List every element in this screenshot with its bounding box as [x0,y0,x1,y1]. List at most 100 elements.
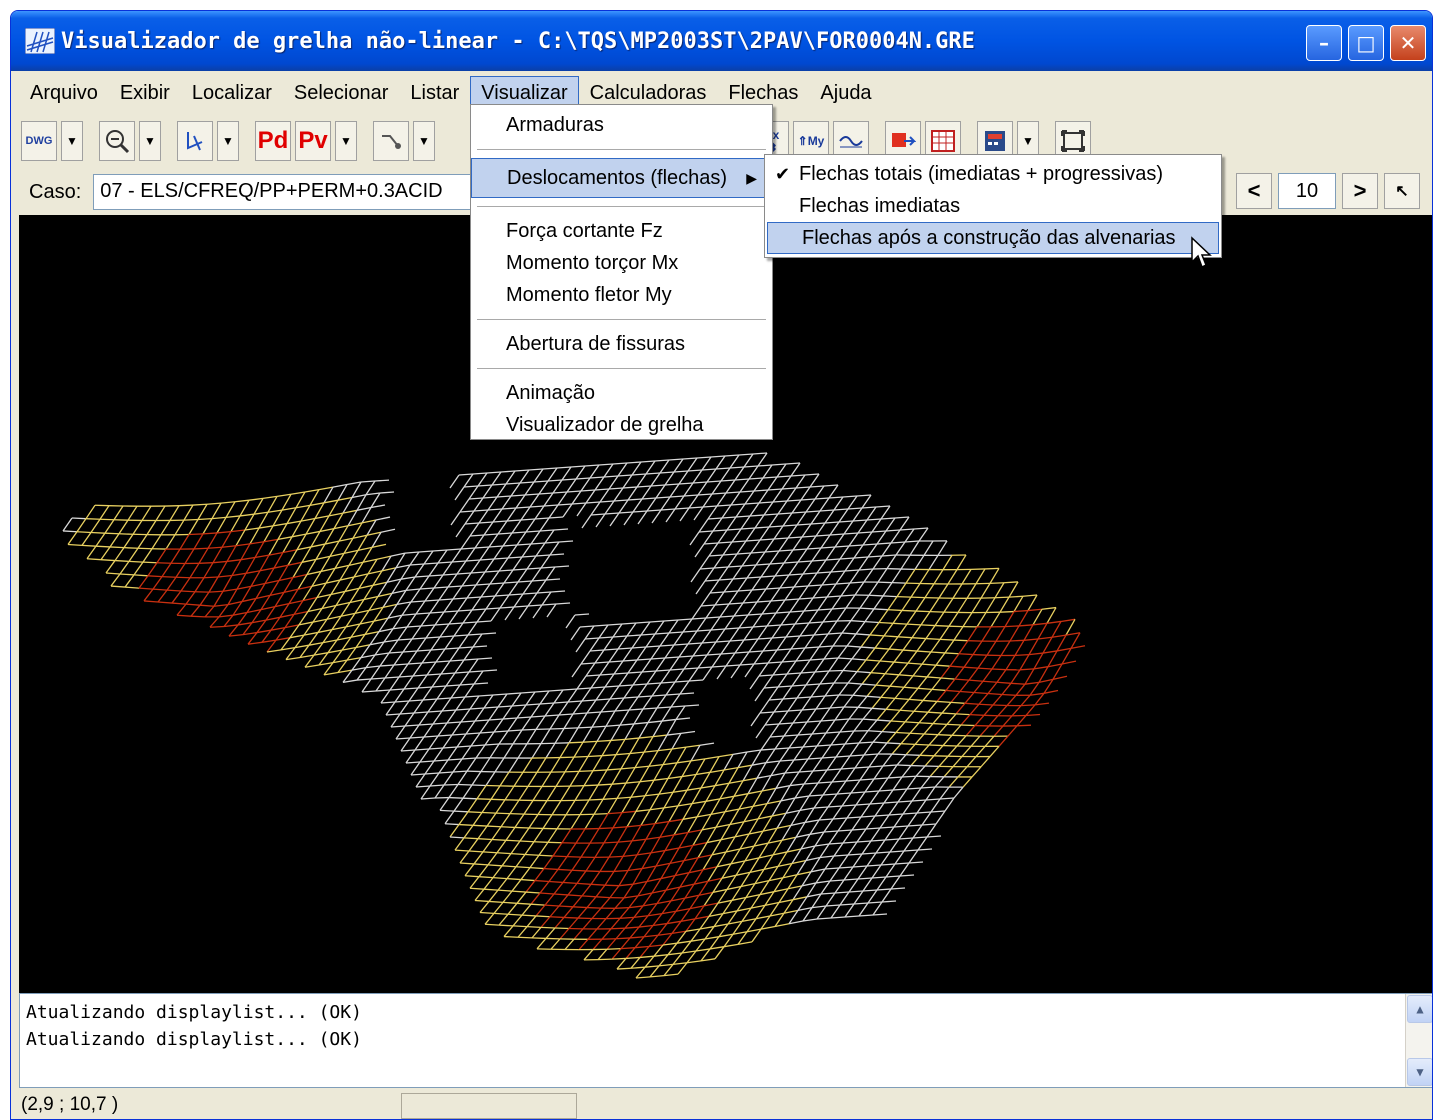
title-bar[interactable]: Visualizador de grelha não-linear - C:\T… [11,11,1432,71]
mesh-line [502,532,513,547]
dwg-button[interactable]: DWG [21,121,57,161]
mesh-line [459,498,470,513]
mesh-line [483,694,494,709]
axis-dropdown-button[interactable]: ▼ [217,121,239,161]
mesh-line [449,647,460,662]
log-scrollbar[interactable]: ▲ ▼ [1405,994,1432,1087]
mesh-line [938,583,949,599]
mesh-line [852,683,863,696]
mesh-line [608,841,619,858]
next-page-button[interactable]: > [1342,173,1378,209]
menu-item-deslocamentos[interactable]: Deslocamentos (flechas) ▶ [471,158,772,198]
menu-arquivo[interactable]: Arquivo [19,76,109,111]
mesh-line [770,599,786,602]
mesh-line [463,473,474,488]
path-icon[interactable] [373,121,409,161]
mesh-line [650,472,661,487]
mesh-line [474,888,485,901]
menu-ajuda[interactable]: Ajuda [809,76,882,111]
zoom-dropdown-button[interactable]: ▼ [139,121,161,161]
minimize-icon[interactable]: – [1306,25,1342,61]
mesh-line [886,554,897,569]
menu-item-visualizador-grelha[interactable]: Visualizador de grelha [471,409,772,441]
pv-button[interactable]: Pv [295,121,331,161]
menu-item-animacao[interactable]: Animação [471,377,772,409]
mesh-line [757,637,773,640]
prev-page-button[interactable]: < [1236,173,1272,209]
mesh-line [886,732,897,744]
mesh-line [964,692,975,704]
mesh-line [463,824,474,839]
mesh-line [652,734,668,738]
scroll-down-icon[interactable]: ▼ [1407,1058,1432,1086]
mesh-line [558,713,574,716]
submenu-item-flechas-totais[interactable]: ✔ Flechas totais (imediatas + progressiv… [765,158,1221,190]
mesh-line [687,642,703,645]
mesh-line [855,803,871,806]
mesh-line [615,927,626,940]
mesh-line [618,883,634,887]
mesh-line [823,830,839,833]
mesh-line [935,810,946,825]
close-icon[interactable]: ✕ [1390,25,1426,61]
mesh-line [479,901,490,913]
mesh-line [836,607,847,622]
mesh-line [896,754,907,766]
mesh-line [917,836,928,851]
menu-listar[interactable]: Listar [399,76,470,111]
mesh-line [505,827,516,841]
mesh-line [743,638,759,641]
mesh-line [521,555,537,558]
mesh-line [467,811,483,814]
menu-item-armaduras[interactable]: Armaduras [471,109,772,141]
maximize-icon[interactable]: □ [1348,25,1384,61]
menu-item-momento-torcor[interactable]: Momento torçor Mx [471,247,772,279]
menu-item-abertura-fissuras[interactable]: Abertura de fissuras [471,328,772,360]
dwg-dropdown-button[interactable]: ▼ [61,121,83,161]
menu-item-forca-cortante[interactable]: Força cortante Fz [471,215,772,247]
mesh-line [504,606,515,621]
mesh-line [534,517,550,520]
mesh-line [646,682,662,685]
mesh-line [510,852,526,856]
mesh-line [562,881,578,885]
submenu-item-flechas-apos-alvenarias[interactable]: Flechas após a construção das alvenarias [767,222,1219,254]
page-number-field[interactable]: 10 [1278,173,1336,209]
mesh-line [811,905,827,909]
mesh-line [705,785,716,802]
mesh-line [696,629,712,632]
mesh-line [910,754,921,766]
mesh-line [749,502,760,517]
mesh-line [755,551,766,566]
mesh-line [793,585,809,588]
pd-button[interactable]: Pd [255,121,291,161]
zoom-icon[interactable] [99,121,135,161]
axis-icon[interactable] [177,121,213,161]
mesh-line [876,542,892,545]
scroll-up-icon[interactable]: ▲ [1407,995,1432,1023]
mesh-line [853,544,864,559]
case-select[interactable]: 07 - ELS/CFREQ/PP+PERM+0.3ACID [93,174,474,210]
submenu-item-flechas-imediatas[interactable]: Flechas imediatas [765,190,1221,222]
mesh-line [816,571,832,574]
mesh-line [843,866,854,881]
mesh-line [383,639,399,643]
menu-item-momento-fletor[interactable]: Momento fletor My [471,279,772,311]
mesh-line [561,828,572,844]
mesh-line [896,582,907,597]
mesh-line [646,497,657,512]
pick-cursor-icon[interactable]: ↖ [1384,173,1420,209]
path-dropdown-button[interactable]: ▼ [413,121,435,161]
menu-localizar[interactable]: Localizar [181,76,283,111]
mesh-line [828,657,839,672]
menu-exibir[interactable]: Exibir [109,76,181,111]
mesh-line [799,622,810,637]
mesh-line [807,757,823,760]
mesh-line [806,535,817,550]
mesh-line [654,620,665,635]
mesh-line [223,624,239,628]
pv-dropdown-button[interactable]: ▼ [335,121,357,161]
mesh-line [472,824,488,827]
menu-selecionar[interactable]: Selecionar [283,76,400,111]
mesh-line [509,799,520,815]
